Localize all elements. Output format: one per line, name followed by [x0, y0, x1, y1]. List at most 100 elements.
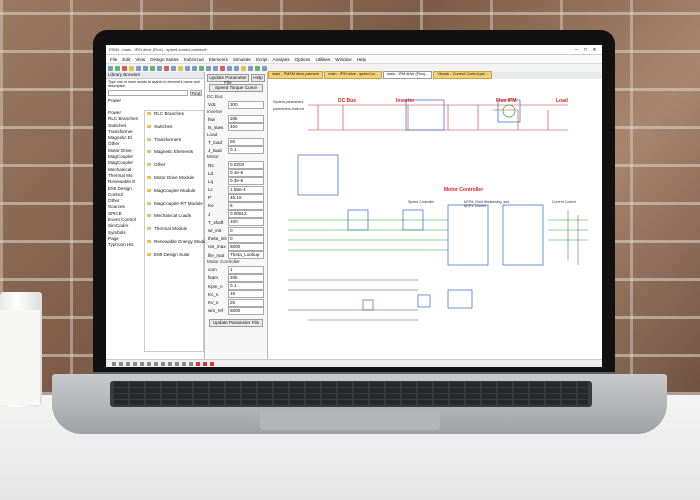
param-value-input[interactable]: 0.3e-8	[228, 177, 264, 186]
param-value-input[interactable]: 50	[228, 138, 264, 147]
library-category[interactable]: RLC Branches	[145, 111, 203, 124]
param-row: com 1	[205, 265, 267, 274]
toolbar-icon[interactable]	[150, 66, 155, 71]
maximize-icon[interactable]: □	[581, 47, 590, 53]
toolbar-icon[interactable]	[248, 66, 253, 71]
toolbar-icon[interactable]	[178, 66, 183, 71]
param-value-input[interactable]: 6	[228, 201, 264, 210]
toolbar-icon[interactable]	[143, 66, 148, 71]
param-value-input[interactable]: 0.1e-8	[228, 169, 264, 178]
document-tab[interactable]: Vbrack - Current Control.psi...	[433, 71, 492, 79]
toolbar-icon[interactable]	[255, 66, 260, 71]
menu-item[interactable]: Design Suites	[150, 57, 178, 62]
param-value-input[interactable]: 25	[228, 298, 264, 307]
inverter-label: Inverter	[396, 98, 415, 104]
menu-item[interactable]: Script	[256, 57, 268, 62]
toolbar-icon[interactable]	[241, 66, 246, 71]
speed-torque-curve-button[interactable]: Speed Torque Curve	[209, 84, 263, 92]
param-value-input[interactable]: 46.15	[228, 193, 264, 202]
param-value-input[interactable]: 20k	[228, 115, 264, 124]
param-key: T_load	[208, 139, 223, 145]
param-value-input[interactable]: 6000	[228, 242, 264, 251]
param-value-input[interactable]: 0.00813	[228, 210, 264, 219]
help-button[interactable]: Help	[251, 74, 265, 82]
param-value-input[interactable]: 0.1	[228, 146, 264, 155]
library-category[interactable]: Transformers	[145, 137, 203, 150]
toolbar-icon[interactable]	[164, 66, 169, 71]
param-value-input[interactable]: 20k	[228, 273, 264, 282]
menu-item[interactable]: Help	[357, 57, 366, 62]
toolbar-icon[interactable]	[199, 66, 204, 71]
param-value-input[interactable]: 0.1	[228, 282, 264, 291]
param-value-input[interactable]: 0	[228, 234, 264, 243]
menu-item[interactable]: Analysis	[273, 57, 290, 62]
motor-controller-label: Motor Controller	[444, 187, 484, 193]
library-category[interactable]: EMI Design Suite	[145, 252, 203, 265]
close-icon[interactable]: ✕	[590, 47, 599, 53]
toolbar-icon[interactable]	[185, 66, 190, 71]
library-category[interactable]: Other	[145, 162, 203, 175]
menu-item[interactable]: Subcircuit	[184, 57, 204, 62]
menu-item[interactable]: File	[110, 57, 117, 62]
menu-item[interactable]: Options	[295, 57, 311, 62]
toolbar-icon[interactable]	[192, 66, 197, 71]
current-control-label: Current Control	[552, 200, 576, 204]
tree-item[interactable]: Typhoon HIL	[108, 242, 142, 248]
param-value-input[interactable]: 6000	[228, 306, 264, 315]
toolbar-icon[interactable]	[262, 66, 267, 71]
toolbar-icon[interactable]	[220, 66, 225, 71]
toolbar-icon[interactable]	[227, 66, 232, 71]
update-parameter-file-button-bottom[interactable]: Update Parameter File	[209, 318, 263, 327]
library-category[interactable]: Magnetic Elements	[145, 149, 203, 162]
trackpad[interactable]	[260, 410, 440, 430]
param-value-input[interactable]: 300	[228, 100, 264, 109]
library-category[interactable]: Motor Drive Module	[145, 175, 203, 188]
library-tree: Power RLC Branches Switches Transformer Magn…	[108, 110, 142, 249]
library-category[interactable]: Renewable Energy Module	[145, 239, 209, 252]
library-category[interactable]: MagCoupler-RT Module	[145, 201, 203, 214]
param-value-input[interactable]: 40e	[228, 123, 264, 132]
library-search-input[interactable]	[108, 90, 188, 96]
update-parameter-file-button[interactable]: Update Parameter File	[207, 74, 249, 85]
param-row: wr_init 0	[205, 226, 267, 235]
document-tab[interactable]: main - PMSM drive.psimsch	[268, 71, 324, 79]
library-category[interactable]: Thermal Module	[145, 226, 203, 239]
menu-item[interactable]: View	[135, 57, 145, 62]
param-key: Ld	[208, 170, 214, 176]
speed-controller-label: Speed Controller	[408, 200, 435, 204]
param-key: theta_init	[208, 236, 227, 242]
toolbar-icon[interactable]	[122, 66, 127, 71]
minimize-icon[interactable]: –	[572, 47, 581, 53]
menu-item[interactable]: Edit	[122, 57, 130, 62]
toolbar-icon[interactable]	[157, 66, 162, 71]
menu-item[interactable]: Utilities	[315, 57, 330, 62]
param-value-input[interactable]: 1	[228, 265, 264, 274]
toolbar-icon[interactable]	[171, 66, 176, 71]
menu-item[interactable]: Simulate	[233, 57, 251, 62]
toolbar-icon[interactable]	[129, 66, 134, 71]
toolbar-icon[interactable]	[115, 66, 120, 71]
find-button[interactable]: Find	[190, 90, 202, 96]
schematic-canvas[interactable]: main - PMSM drive.psimsch main - IPM driv…	[268, 71, 602, 360]
param-value-input[interactable]: 100	[228, 218, 264, 227]
toolbar-icon[interactable]	[206, 66, 211, 71]
param-row: Kc_n 15	[205, 290, 267, 299]
menu-item[interactable]: Window	[335, 57, 351, 62]
toolbar-icon[interactable]	[108, 66, 113, 71]
laptop-screen: PSIM - main - IPM drive (Flux) - speed c…	[106, 45, 602, 367]
document-tab[interactable]: main - IPM drive - speed co...	[324, 71, 382, 79]
param-value-input[interactable]: 0.0203	[228, 161, 264, 170]
param-value-input[interactable]: Theta_Lookup	[228, 251, 264, 260]
param-value-input[interactable]: 15	[228, 290, 264, 299]
toolbar-icon[interactable]	[136, 66, 141, 71]
toolbar-icon[interactable]	[234, 66, 239, 71]
document-tab[interactable]: main - IPM drive (Flux)...	[382, 71, 433, 79]
library-category[interactable]: MagCoupler Module	[145, 188, 203, 201]
param-row: J 0.00813	[205, 210, 267, 219]
menu-item[interactable]: Elements	[209, 57, 228, 62]
toolbar-icon[interactable]	[213, 66, 218, 71]
library-category[interactable]: Switches	[145, 124, 203, 137]
param-value-input[interactable]: 0	[228, 226, 264, 235]
param-value-input[interactable]: 1.59e-4	[228, 185, 264, 194]
library-category[interactable]: Mechanical Loads	[145, 213, 203, 226]
